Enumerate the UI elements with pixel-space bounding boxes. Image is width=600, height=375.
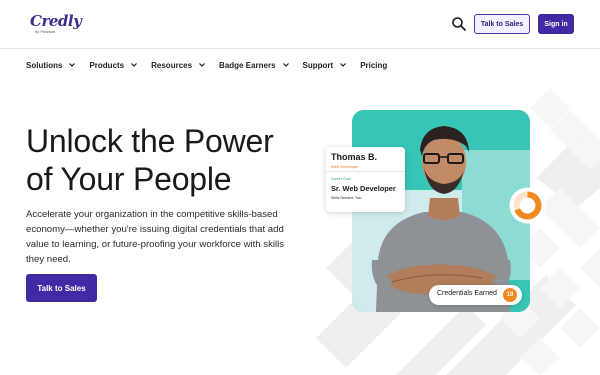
nav-item-pricing[interactable]: Pricing (360, 61, 387, 70)
nav-item-solutions[interactable]: Solutions (26, 61, 76, 70)
logo-wordmark: Credly (30, 12, 82, 30)
main-nav: Solutions Products Resources Badge Earne… (26, 58, 400, 72)
logo-subtext: by Pearson (35, 29, 56, 34)
credentials-earned-label: Credentials Earned (437, 290, 497, 297)
progress-donut-icon (509, 187, 546, 224)
credentials-count-badge: 19 (503, 288, 517, 302)
chevron-down-icon (69, 63, 76, 67)
hero-title: Unlock the Power of Your People (26, 122, 326, 198)
credly-logo[interactable]: Credly by Pearson (30, 12, 82, 36)
profile-name: Thomas B. (331, 152, 378, 162)
talk-to-sales-header-button[interactable]: Talk to Sales (474, 14, 530, 34)
nav-item-label: Badge Earners (219, 60, 276, 70)
chevron-down-icon (131, 63, 138, 67)
profile-card: Thomas B. Web Developer Career Goal Sr. … (326, 147, 405, 212)
chevron-down-icon (199, 63, 205, 67)
skills-needed: Skills Needed: Two (331, 196, 362, 200)
profile-card-divider (326, 171, 405, 172)
career-goal-label: Career Goal (331, 177, 351, 181)
chevron-down-icon (340, 63, 347, 67)
talk-to-sales-hero-button[interactable]: Talk to Sales (26, 274, 97, 302)
career-goal: Sr. Web Developer (331, 184, 396, 193)
search-icon[interactable] (450, 15, 468, 33)
nav-item-label: Products (89, 60, 125, 70)
nav-item-badge-earners[interactable]: Badge Earners (219, 61, 289, 70)
hero-title-line-2: of Your People (26, 161, 232, 197)
sign-in-button[interactable]: Sign in (538, 14, 574, 34)
nav-item-label: Solutions (26, 60, 63, 70)
nav-item-resources[interactable]: Resources (151, 61, 206, 70)
nav-item-label: Resources (151, 60, 193, 70)
nav-item-label: Pricing (360, 60, 388, 70)
profile-role: Web Developer (331, 164, 359, 169)
top-header: Credly by Pearson Talk to Sales Sign in (0, 0, 600, 48)
hero-title-line-1: Unlock the Power (26, 123, 274, 159)
hero-description: Accelerate your organization in the comp… (26, 209, 285, 265)
nav-item-support[interactable]: Support (303, 61, 348, 70)
header-divider (0, 48, 600, 49)
chevron-down-icon (282, 63, 289, 67)
nav-item-products[interactable]: Products (89, 61, 138, 70)
nav-item-label: Support (302, 60, 334, 70)
credentials-earned-pill: Credentials Earned 19 (429, 285, 522, 305)
